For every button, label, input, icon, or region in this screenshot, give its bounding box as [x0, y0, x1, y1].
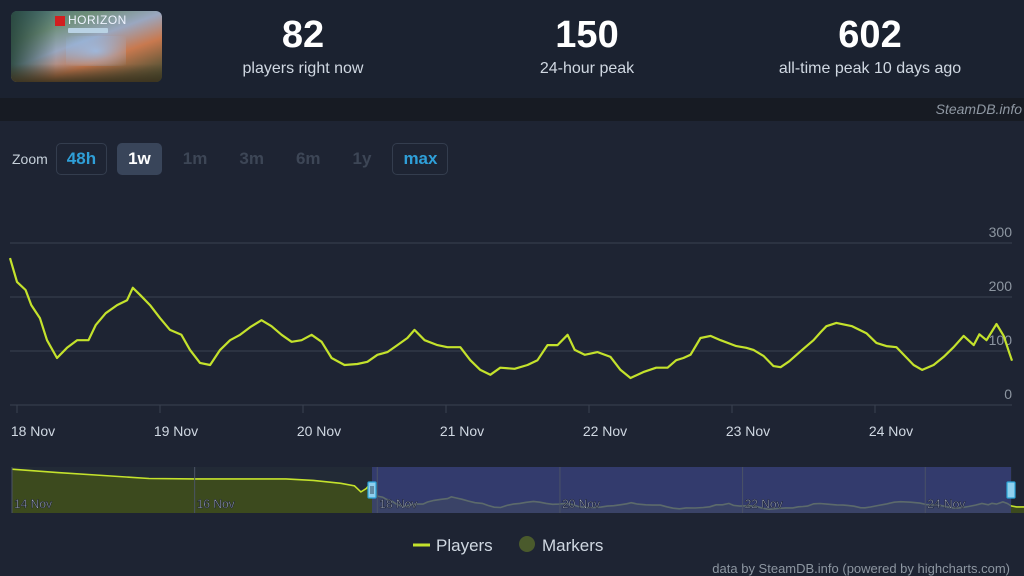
x-tick-label: 21 Nov	[440, 423, 484, 439]
navigator-tick-label: 14 Nov	[14, 497, 52, 511]
y-gridlines	[10, 242, 1012, 406]
navigator-selected-range[interactable]	[372, 467, 1011, 513]
y-tick-label: 200	[989, 278, 1013, 294]
x-tick-label: 24 Nov	[869, 423, 913, 439]
legend-circle-icon	[519, 536, 535, 552]
x-tick-label: 19 Nov	[154, 423, 198, 439]
navigator-tick-label: 20 Nov	[562, 497, 600, 511]
navigator: 14 Nov 16 Nov 18 Nov 20 Nov 22 Nov 24 Nov	[11, 467, 1024, 513]
legend-item-players[interactable]: Players	[413, 536, 493, 555]
y-tick-label: 100	[989, 332, 1013, 348]
navigator-handle-right[interactable]	[1006, 481, 1016, 499]
legend-label-players: Players	[436, 536, 493, 555]
chart-credits[interactable]: data by SteamDB.info (powered by highcha…	[712, 561, 1010, 576]
y-tick-label: 300	[989, 224, 1013, 240]
navigator-tick-label: 16 Nov	[197, 497, 235, 511]
x-tick-label: 20 Nov	[297, 423, 341, 439]
y-tick-label: 0	[1004, 386, 1012, 402]
navigator-tick-label: 22 Nov	[745, 497, 783, 511]
legend-item-markers[interactable]: Markers	[519, 536, 603, 555]
navigator-handle-left[interactable]	[367, 481, 377, 499]
players-series-line	[8, 257, 1014, 380]
x-axis-labels: 18 Nov 19 Nov 20 Nov 21 Nov 22 Nov 23 Nov 24 N…	[11, 405, 913, 439]
y-axis-labels: 0 100 200 300	[989, 224, 1013, 402]
navigator-tick-label: 24 Nov	[927, 497, 965, 511]
navigator-tick-label: 18 Nov	[379, 497, 417, 511]
x-tick-label: 18 Nov	[11, 423, 55, 439]
x-tick-label: 22 Nov	[583, 423, 627, 439]
player-count-chart[interactable]: 0 100 200 300 18 Nov 19 Nov 20 Nov 21 Nov 22 No…	[0, 0, 1024, 576]
legend-label-markers: Markers	[542, 536, 603, 555]
x-tick-label: 23 Nov	[726, 423, 770, 439]
chart-legend: Players Markers	[413, 536, 603, 555]
